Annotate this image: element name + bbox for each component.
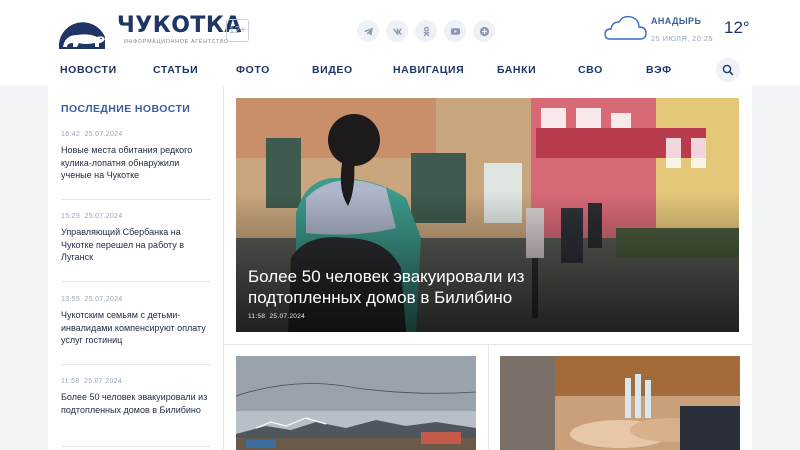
news-title[interactable]: Более 50 человек эвакуировали из подтопл… — [61, 391, 211, 416]
news-date: 25.07.2024 — [84, 378, 123, 385]
odnoklassniki-button[interactable] — [415, 20, 437, 42]
odnoklassniki-icon — [422, 26, 430, 36]
list-item[interactable]: 15:29 25.07.2024 Управляющий Сбербанка н… — [61, 213, 211, 264]
nav-item-video[interactable]: Видео — [312, 64, 353, 76]
search-button[interactable] — [716, 58, 740, 82]
telegram-button[interactable] — [357, 20, 379, 42]
search-icon — [722, 64, 734, 76]
nav-item-vef[interactable]: ВЭФ — [646, 64, 672, 76]
divider — [61, 364, 211, 365]
news-time: 11:58 — [61, 378, 80, 385]
news-meta: 11:58 25.07.2024 — [61, 378, 211, 385]
news-time: 15:29 — [61, 213, 81, 220]
site-header: ЧУКОТКА Информационное агентство 12+ Ана… — [0, 0, 800, 58]
nav-item-banks[interactable]: Банки — [497, 64, 536, 76]
latest-news-sidebar: Последние новости 16:42 25.07.2024 Новые… — [48, 86, 224, 450]
sidebar-title: Последние новости — [61, 103, 191, 115]
news-time: 16:42 — [61, 131, 81, 138]
weather-city[interactable]: Анадырь — [651, 16, 701, 26]
news-date: 25.07.2024 — [84, 131, 123, 138]
plus-icon — [479, 26, 489, 36]
youtube-icon — [450, 27, 460, 35]
more-button[interactable] — [473, 20, 495, 42]
brand-subtitle: Информационное агентство — [124, 39, 229, 45]
card-photo — [236, 356, 476, 450]
list-item[interactable]: 13:55 25.07.2024 Чукотским семьям с деть… — [61, 296, 211, 347]
divider — [488, 344, 489, 450]
news-title[interactable]: Новые места обитания редкого кулика-лопа… — [61, 144, 211, 182]
youtube-button[interactable] — [444, 20, 466, 42]
divider — [61, 199, 211, 200]
nav-item-news[interactable]: Новости — [60, 64, 117, 76]
article-card[interactable] — [500, 356, 740, 450]
bear-logo-icon[interactable] — [55, 11, 109, 51]
main-content: Более 50 человек эвакуировали из подтопл… — [224, 86, 752, 450]
chevron-down-icon[interactable]: ⌵ — [696, 16, 702, 26]
hero-title[interactable]: Более 50 человек эвакуировали из подтопл… — [248, 266, 578, 308]
card-photo — [500, 356, 740, 450]
news-date: 25.07.2024 — [84, 296, 123, 303]
article-card[interactable] — [236, 356, 476, 450]
weather-temperature: 12° — [724, 18, 750, 37]
hero-article[interactable]: Более 50 человек эвакуировали из подтопл… — [236, 98, 739, 332]
hero-date: 25.07.2024 — [269, 313, 306, 320]
news-title[interactable]: Чукотским семьям с детьми-инвалидами ком… — [61, 309, 211, 347]
telegram-icon — [363, 26, 373, 36]
cloud-icon — [604, 15, 647, 40]
hero-time: 11:58 — [248, 313, 266, 320]
news-date: 25.07.2024 — [84, 213, 123, 220]
nav-item-navigation[interactable]: Навигация — [393, 64, 464, 76]
divider — [61, 281, 211, 282]
news-time: 13:55 — [61, 296, 81, 303]
news-title[interactable]: Управляющий Сбербанка на Чукотке перешел… — [61, 226, 211, 264]
brand-name[interactable]: ЧУКОТКА — [117, 13, 242, 38]
news-meta: 13:55 25.07.2024 — [61, 296, 211, 303]
list-item[interactable]: 16:42 25.07.2024 Новые места обитания ре… — [61, 131, 211, 182]
main-nav: Новости Статьи Фото Видео Навигация Банк… — [0, 58, 800, 86]
nav-item-svo[interactable]: СВО — [578, 64, 603, 76]
vk-button[interactable] — [386, 20, 408, 42]
hero-meta: 11:58 25.07.2024 — [248, 313, 305, 320]
news-meta: 16:42 25.07.2024 — [61, 131, 211, 138]
list-item[interactable]: 11:58 25.07.2024 Более 50 человек эвакуи… — [61, 378, 211, 416]
vk-icon — [392, 28, 402, 35]
weather-date: 25 июля, 20:25 — [651, 34, 713, 43]
divider — [61, 446, 211, 447]
news-meta: 15:29 25.07.2024 — [61, 213, 211, 220]
age-rating-badge: 12+ — [226, 19, 249, 42]
nav-item-photo[interactable]: Фото — [236, 64, 270, 76]
nav-item-articles[interactable]: Статьи — [153, 64, 198, 76]
